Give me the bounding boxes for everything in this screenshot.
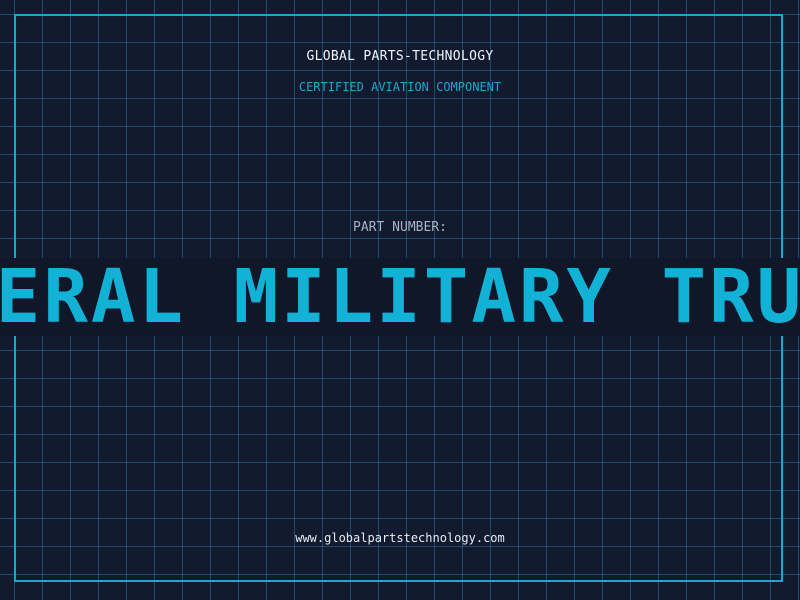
part-number-label: PART NUMBER: — [353, 220, 447, 235]
part-number-band: GENERAL MILITARY TRUCKS — [0, 258, 800, 336]
certification-subtitle: CERTIFIED AVIATION COMPONENT — [298, 80, 502, 94]
company-name: GLOBAL PARTS-TECHNOLOGY — [306, 49, 494, 64]
website-url: www.globalpartstechnology.com — [295, 531, 505, 545]
part-number-value: GENERAL MILITARY TRUCKS — [0, 258, 800, 336]
